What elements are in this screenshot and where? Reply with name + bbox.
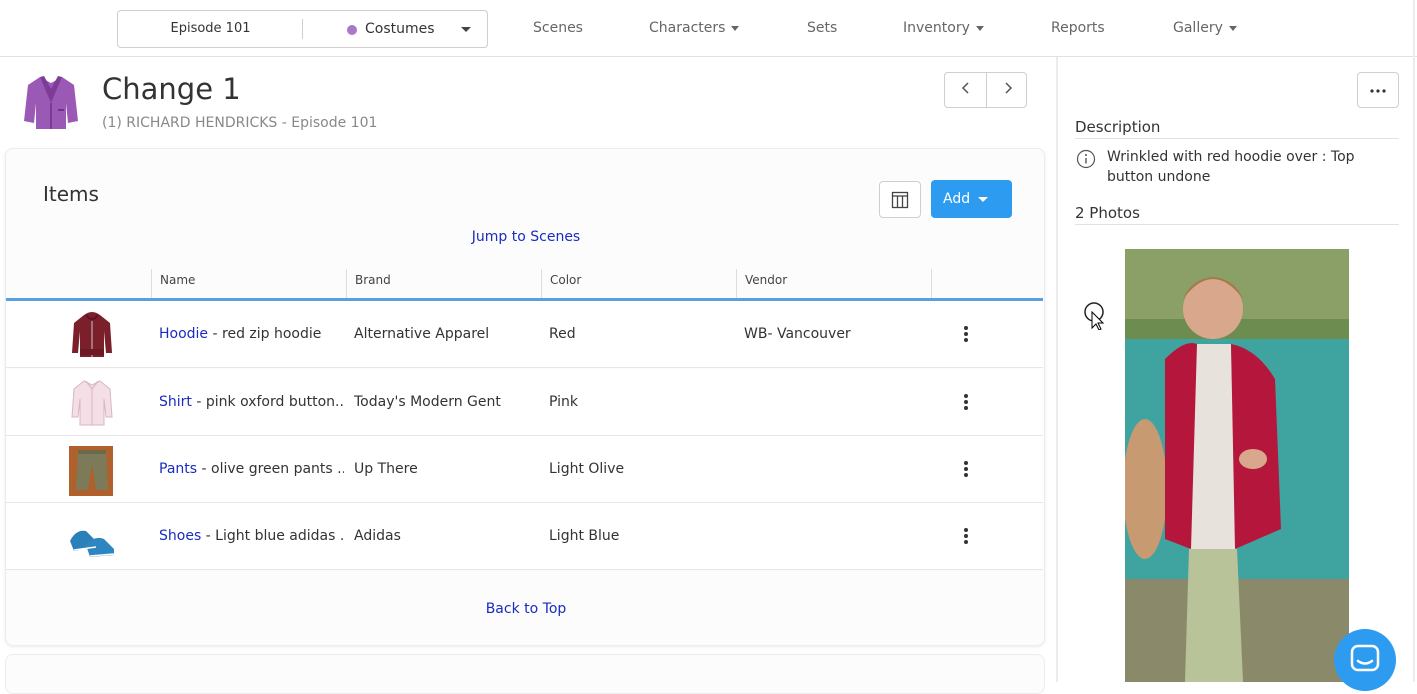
nav-gallery-label: Gallery: [1173, 20, 1223, 36]
shirt-thumbnail: [71, 380, 113, 426]
add-button-label: Add: [943, 191, 971, 207]
chevron-down-icon: [978, 196, 989, 202]
chevron-right-icon: [1004, 82, 1012, 94]
nav-characters[interactable]: Characters: [649, 0, 740, 57]
item-name-link[interactable]: Pants: [159, 461, 197, 477]
description-text: Wrinkled with red hoodie over : Top butt…: [1107, 149, 1355, 185]
item-vendor: [744, 503, 929, 570]
nav-reports[interactable]: Reports: [1051, 0, 1105, 57]
item-name: Hoodie - red zip hoodie: [159, 301, 344, 368]
department-color-dot: [347, 25, 357, 35]
pants-thumbnail: [69, 446, 113, 496]
nav-scenes-label: Scenes: [533, 20, 583, 36]
chat-icon: [1350, 644, 1380, 672]
item-name-link[interactable]: Hoodie: [159, 326, 208, 342]
photos-heading: 2 Photos: [1075, 204, 1140, 222]
description-heading: Description: [1075, 118, 1161, 136]
column-header-name[interactable]: Name: [151, 269, 346, 299]
record-pager: [944, 72, 1027, 108]
item-color: Pink: [549, 394, 579, 410]
nav-inventory-label: Inventory: [903, 20, 970, 36]
item-name: Shirt - pink oxford button...: [159, 369, 344, 436]
column-header-brand[interactable]: Brand: [346, 269, 541, 299]
item-description: - red zip hoodie: [208, 326, 322, 342]
info-icon: [1076, 149, 1096, 169]
item-description: - olive green pants ...: [197, 461, 345, 477]
nav-reports-label: Reports: [1051, 20, 1105, 36]
items-title: Items: [43, 182, 99, 206]
department-selector[interactable]: Costumes: [365, 11, 435, 47]
nav-gallery[interactable]: Gallery: [1173, 0, 1237, 57]
item-color: Red: [549, 326, 576, 342]
columns-icon: [891, 191, 909, 209]
table-header: Name Brand Color Vendor: [6, 269, 1043, 299]
next-card: [5, 654, 1045, 694]
episode-selector[interactable]: Episode 101: [118, 11, 303, 47]
items-card: Items Add Jump to Scenes Name Brand Colo…: [5, 148, 1045, 646]
jump-to-scenes-label: Jump to Scenes: [471, 229, 581, 245]
jacket-icon: [24, 76, 78, 129]
item-name: Shoes - Light blue adidas ...: [159, 503, 344, 570]
columns-button[interactable]: [879, 181, 921, 218]
item-brand: Today's Modern Gent: [354, 394, 501, 410]
item-description: - Light blue adidas ...: [201, 528, 344, 544]
item-vendor: WB- Vancouver: [744, 326, 851, 342]
back-to-top-label: Back to Top: [485, 601, 567, 617]
item-name-link[interactable]: Shirt: [159, 394, 192, 410]
selector-divider: [302, 19, 303, 39]
item-name: Pants - olive green pants ...: [159, 436, 344, 503]
chevron-down-icon: [975, 25, 984, 31]
row-menu-icon[interactable]: [964, 326, 968, 344]
page-subtitle: (1) RICHARD HENDRICKS - Episode 101: [102, 115, 378, 131]
hoodie-thumbnail: [72, 312, 112, 357]
previous-button[interactable]: [945, 73, 986, 107]
column-header-color[interactable]: Color: [541, 269, 736, 299]
episode-department-selector[interactable]: Episode 101 Costumes: [117, 10, 488, 48]
item-vendor: [744, 436, 929, 503]
row-menu-icon[interactable]: [964, 528, 968, 546]
row-menu-icon[interactable]: [964, 461, 968, 479]
column-header-actions: [931, 269, 941, 299]
nav-sets[interactable]: Sets: [807, 0, 837, 57]
costume-photo[interactable]: [1125, 249, 1349, 682]
more-options-button[interactable]: [1357, 72, 1399, 108]
top-navigation-bar: Episode 101 Costumes Scenes Characters S…: [0, 0, 1417, 57]
chevron-down-icon: [1228, 25, 1237, 31]
nav-characters-label: Characters: [649, 20, 726, 36]
table-row[interactable]: Pants - olive green pants ... Up There L…: [6, 436, 1043, 503]
item-name-link[interactable]: Shoes: [159, 528, 201, 544]
table-row[interactable]: Shirt - pink oxford button... Today's Mo…: [6, 369, 1043, 436]
nav-inventory[interactable]: Inventory: [903, 0, 984, 57]
mouse-cursor-icon: [1084, 302, 1105, 330]
item-brand: Alternative Apparel: [354, 326, 490, 342]
scrollbar-track[interactable]: [1413, 0, 1415, 682]
jump-to-scenes-link[interactable]: Jump to Scenes: [6, 229, 1046, 245]
item-description: - pink oxford button...: [191, 394, 344, 410]
nav-scenes[interactable]: Scenes: [533, 0, 583, 57]
nav-sets-label: Sets: [807, 20, 838, 36]
chevron-left-icon: [961, 82, 969, 94]
item-brand: Up There: [354, 461, 418, 477]
table-row[interactable]: Hoodie - red zip hoodie Alternative Appa…: [6, 301, 1043, 368]
next-button[interactable]: [987, 73, 1028, 107]
item-brand: Adidas: [354, 528, 401, 544]
chevron-down-icon: [731, 25, 740, 31]
column-header-vendor[interactable]: Vendor: [736, 269, 931, 299]
row-menu-icon[interactable]: [964, 394, 968, 412]
shoes-thumbnail: [70, 530, 115, 557]
table-row[interactable]: Shoes - Light blue adidas ... Adidas Lig…: [6, 503, 1043, 570]
item-color: Light Olive: [549, 461, 625, 477]
ellipsis-icon: [1370, 89, 1386, 93]
back-to-top-link[interactable]: Back to Top: [6, 601, 1046, 617]
chevron-down-icon[interactable]: [461, 27, 471, 32]
photos-divider: [1075, 224, 1399, 225]
description-divider: [1075, 138, 1399, 139]
page-title: Change 1: [102, 72, 241, 106]
item-color: Light Blue: [549, 528, 620, 544]
add-button[interactable]: Add: [931, 180, 1012, 218]
item-vendor: [744, 369, 929, 436]
panel-divider: [1056, 57, 1058, 682]
